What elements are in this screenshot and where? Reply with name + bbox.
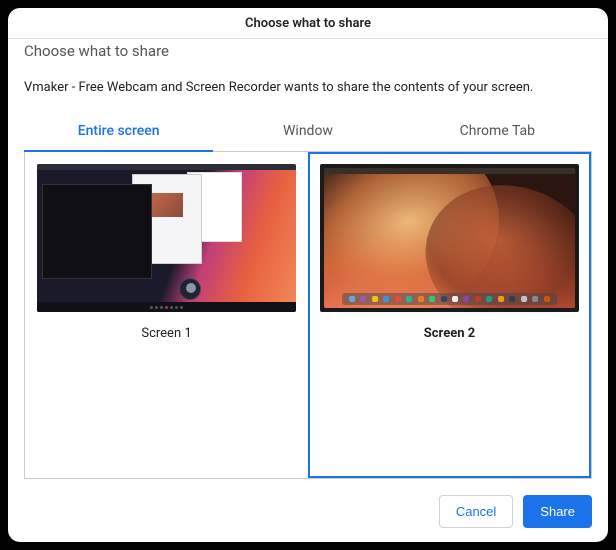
tab-entire-screen[interactable]: Entire screen: [24, 113, 213, 151]
screen-list: Screen 1: [24, 152, 592, 479]
dialog-title: Choose what to share: [245, 16, 371, 31]
dialog-titlebar: Choose what to share: [8, 8, 608, 38]
tab-label: Window: [283, 123, 333, 139]
cancel-button[interactable]: Cancel: [439, 495, 513, 528]
share-dialog: Choose what to share Choose what to shar…: [8, 8, 608, 542]
screen-2-label: Screen 2: [424, 326, 475, 341]
tab-window[interactable]: Window: [213, 113, 402, 151]
tab-chrome-tab[interactable]: Chrome Tab: [403, 113, 592, 151]
tab-label: Chrome Tab: [460, 123, 535, 139]
dialog-footer: Cancel Share: [8, 479, 608, 542]
screen-1-thumbnail: [31, 158, 302, 318]
screen-2-thumbnail: [314, 158, 585, 318]
screen-1-label: Screen 1: [141, 326, 191, 341]
screen-option-2[interactable]: Screen 2: [308, 152, 591, 478]
share-button-label: Share: [540, 504, 575, 519]
share-description: Vmaker - Free Webcam and Screen Recorder…: [8, 60, 608, 99]
cancel-button-label: Cancel: [456, 504, 496, 519]
page-heading-truncated: Choose what to share: [8, 38, 608, 60]
tab-label: Entire screen: [78, 123, 160, 139]
share-button[interactable]: Share: [523, 495, 592, 528]
screen-option-1[interactable]: Screen 1: [25, 152, 308, 478]
source-tabs: Entire screen Window Chrome Tab: [24, 113, 592, 152]
dialog-body: Choose what to share Vmaker - Free Webca…: [8, 38, 608, 542]
